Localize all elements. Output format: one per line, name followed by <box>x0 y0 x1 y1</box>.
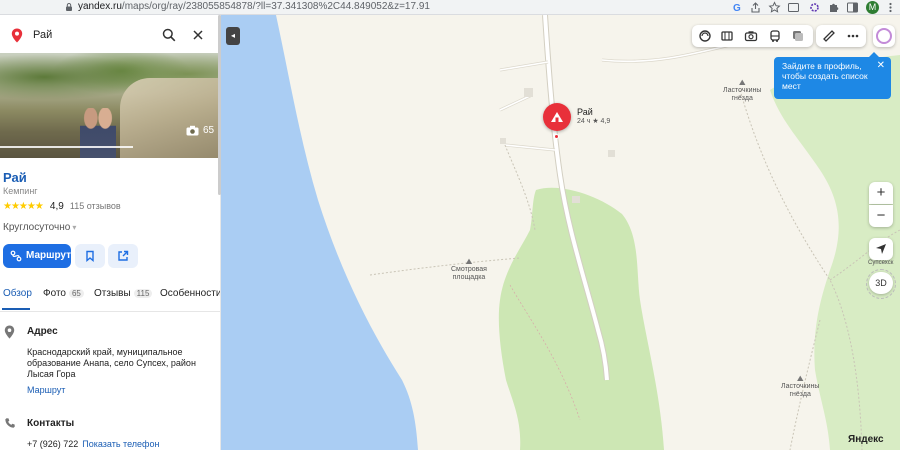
camping-poi-marker[interactable] <box>543 103 571 131</box>
more-menu-icon[interactable] <box>884 1 897 14</box>
route-icon <box>10 250 22 262</box>
lookout-label[interactable]: ⛰ Смотровая площадка <box>451 258 487 282</box>
yandex-logo[interactable]: Яндекс <box>848 434 884 445</box>
photo-cliff <box>120 78 220 158</box>
map-layers-toolbar <box>692 25 813 47</box>
share-button[interactable] <box>108 244 138 268</box>
rating-value: 4,9 <box>49 201 64 212</box>
map-mode-icon[interactable] <box>791 29 805 43</box>
active-tab-indicator <box>2 308 30 310</box>
chevron-down-icon: ▾ <box>72 223 77 232</box>
layers-icon[interactable] <box>698 29 712 43</box>
place-photo-gallery[interactable]: 65 <box>0 53 220 158</box>
building <box>572 196 580 203</box>
poi-name-label[interactable]: Рай <box>577 107 593 117</box>
reviews-count-link[interactable]: 115 отзывов <box>70 201 121 211</box>
profile-tooltip: Зайдите в профиль, чтобы создать список … <box>774 52 891 99</box>
camera-icon[interactable] <box>744 29 758 43</box>
sidepanel-icon[interactable] <box>846 1 859 14</box>
address-heading: Адрес <box>27 326 58 337</box>
bookmark-star-icon[interactable] <box>768 1 781 14</box>
collapse-panel-button[interactable]: ◂ <box>226 27 240 45</box>
panel-scrollbar[interactable] <box>218 15 221 195</box>
url-field[interactable]: yandex.ru/maps/org/ray/238055854878/?ll=… <box>78 1 430 12</box>
address-route-link[interactable]: Маршрут <box>27 385 65 395</box>
phone-number: +7 (926) 722 <box>27 439 79 449</box>
panorama-icon[interactable] <box>720 29 734 43</box>
tab-reviews-count: 115 <box>133 289 153 298</box>
sea-water <box>221 15 418 450</box>
tab-overview[interactable]: Обзор <box>3 288 32 299</box>
forest-area <box>498 187 664 450</box>
location-pin-icon <box>11 28 23 43</box>
extension-gear-icon[interactable] <box>808 1 821 14</box>
browser-profile-avatar[interactable]: M <box>866 1 879 14</box>
photo-people <box>80 108 116 158</box>
search-icon[interactable] <box>162 28 176 42</box>
phone-icon <box>5 418 15 428</box>
camping-icon <box>551 112 563 122</box>
building <box>608 150 615 157</box>
opening-hours[interactable]: Круглосуточно ▾ <box>3 222 76 233</box>
building <box>524 88 533 97</box>
browser-address-bar: yandex.ru/maps/org/ray/238055854878/?ll=… <box>0 0 900 15</box>
opening-hours-text: Круглосуточно <box>3 222 71 233</box>
tab-photo-count: 65 <box>68 289 84 298</box>
tooltip-close-icon[interactable]: ✕ <box>877 61 885 71</box>
locate-me-button[interactable] <box>869 238 893 260</box>
ruler-icon[interactable] <box>822 29 836 43</box>
3d-toggle-button[interactable]: 3D <box>866 269 896 299</box>
place-side-panel: Рай 65 Рай Кемпинг ★★★★★ 4,9 115 отзывов… <box>0 15 221 450</box>
map-tools-toolbar <box>816 25 866 47</box>
transit-bus-icon[interactable] <box>768 29 782 43</box>
route-button[interactable]: Маршрут <box>3 244 71 268</box>
tab-photo-label: Фото <box>43 288 66 299</box>
address-text: Краснодарский край, муниципальное образо… <box>27 347 196 379</box>
swallows-label-top[interactable]: ⛰ Ласточкины гнёзда <box>723 79 761 103</box>
swallows-label-bottom[interactable]: ⛰ Ласточкины гнёзда <box>781 375 819 399</box>
close-icon[interactable] <box>192 29 204 41</box>
search-input[interactable]: Рай <box>33 29 52 41</box>
search-bar[interactable]: Рай <box>2 22 212 50</box>
poi-location-dot <box>554 134 559 139</box>
rating-stars: ★★★★★ <box>3 201 44 212</box>
poi-meta-label: 24 ч ★ 4,9 <box>577 118 611 125</box>
bookmark-icon <box>86 250 94 262</box>
place-category: Кемпинг <box>3 186 38 196</box>
tab-photo[interactable]: Фото 65 <box>43 288 84 299</box>
supsekh-label[interactable]: Супсехск <box>868 259 893 267</box>
camera-icon <box>186 125 199 136</box>
share-page-icon[interactable] <box>749 1 762 14</box>
zoom-out-button[interactable]: − <box>869 205 893 227</box>
extensions-puzzle-icon[interactable] <box>827 1 840 14</box>
route-button-label: Маршрут <box>26 250 72 261</box>
phone-row: +7 (926) 722 Показать телефон <box>27 439 159 449</box>
tooltip-text: Зайдите в профиль, чтобы создать список … <box>782 61 868 91</box>
tab-reviews[interactable]: Отзывы 115 <box>94 288 153 299</box>
tab-reviews-label: Отзывы <box>94 288 131 299</box>
rating-row[interactable]: ★★★★★ 4,9 115 отзывов <box>3 200 121 214</box>
google-icon[interactable]: G <box>731 1 744 14</box>
svg-text:G: G <box>733 3 741 14</box>
place-title: Рай <box>3 170 27 185</box>
tab-search-icon[interactable] <box>787 1 800 14</box>
profile-avatar-icon <box>876 28 892 44</box>
gallery-progress-bar <box>0 146 133 148</box>
bookmark-button[interactable] <box>75 244 105 268</box>
building <box>500 138 506 144</box>
lock-icon <box>66 3 72 11</box>
address-pin-icon <box>4 325 15 339</box>
profile-button[interactable] <box>873 25 895 47</box>
place-tabs: Обзор Фото 65 Отзывы 115 Особенности <box>0 286 220 312</box>
navigation-arrow-icon <box>876 244 886 254</box>
share-icon <box>118 250 129 261</box>
contacts-heading: Контакты <box>27 418 75 429</box>
more-dots-icon[interactable] <box>846 29 860 43</box>
tab-features[interactable]: Особенности <box>160 288 220 299</box>
photo-count: 65 <box>203 125 215 136</box>
show-phone-link[interactable]: Показать телефон <box>82 439 159 449</box>
zoom-in-button[interactable]: + <box>869 182 893 204</box>
